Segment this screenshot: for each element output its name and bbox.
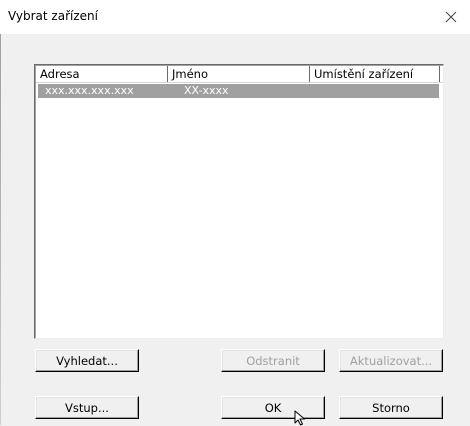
close-button[interactable] — [438, 4, 464, 30]
title-bar: Vybrat zařízení — [0, 0, 470, 34]
cell-name: XX-xxxx — [184, 84, 229, 97]
list-header: Adresa Jméno Umístění zařízení — [36, 66, 443, 83]
column-header-location[interactable]: Umístění zařízení — [310, 66, 440, 82]
close-icon — [445, 11, 457, 23]
list-item[interactable]: xxx.xxx.xxx.xxx XX-xxxx — [38, 84, 439, 98]
remove-button[interactable]: Odstranit — [221, 349, 325, 372]
search-button[interactable]: Vyhledat... — [35, 349, 139, 372]
ok-button[interactable]: OK — [221, 396, 325, 419]
window-title: Vybrat zařízení — [8, 9, 98, 23]
update-button[interactable]: Aktualizovat... — [339, 349, 443, 372]
column-header-name[interactable]: Jméno — [168, 66, 310, 82]
device-list[interactable]: Adresa Jméno Umístění zařízení xxx.xxx.x… — [34, 64, 444, 339]
window-left-edge — [0, 0, 1, 425]
cell-address: xxx.xxx.xxx.xxx — [45, 84, 134, 97]
input-button[interactable]: Vstup... — [35, 396, 139, 419]
column-header-address[interactable]: Adresa — [36, 66, 168, 82]
cancel-button[interactable]: Storno — [339, 396, 443, 419]
